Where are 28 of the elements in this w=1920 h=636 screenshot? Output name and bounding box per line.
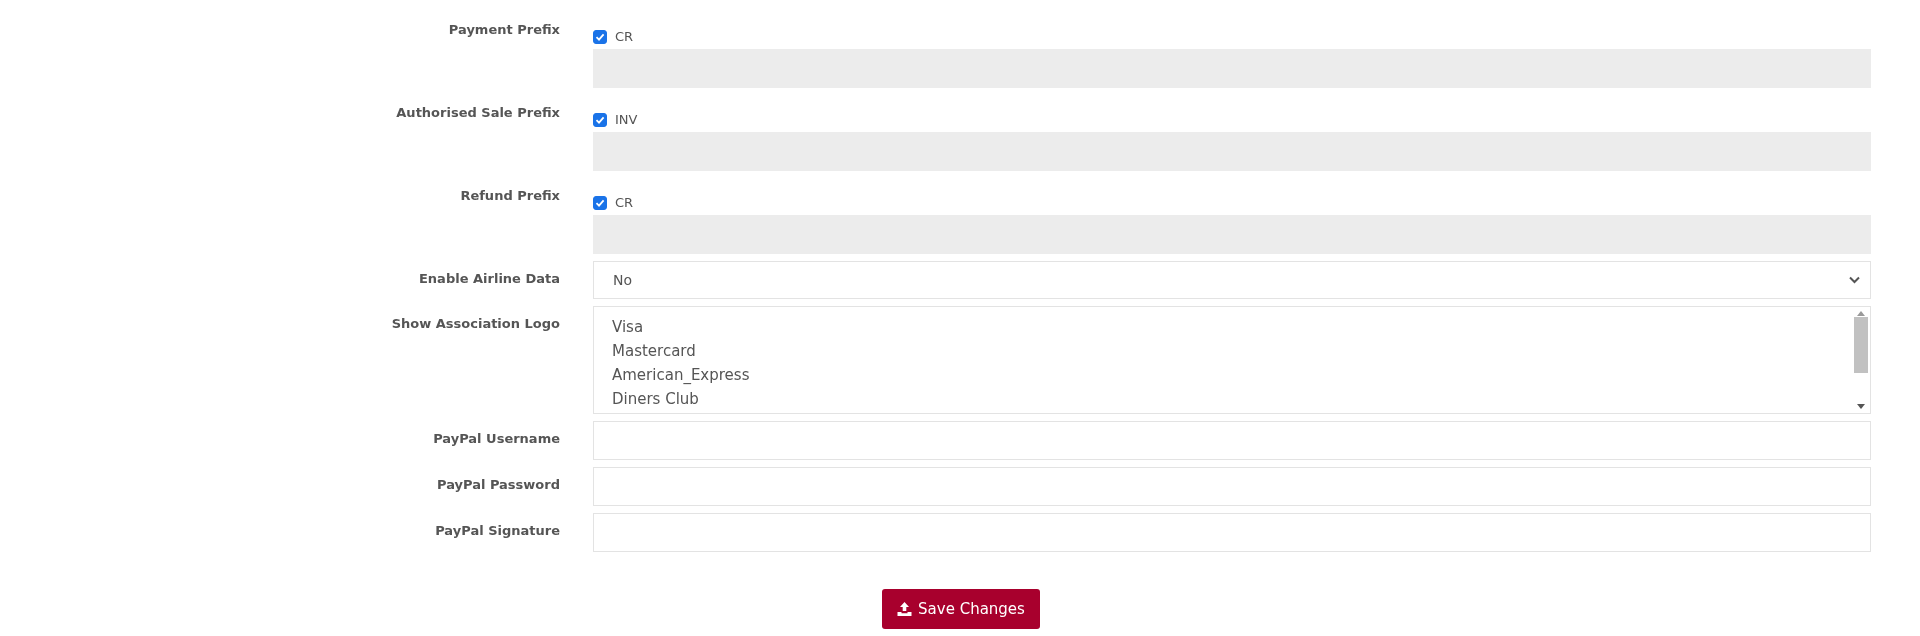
select-dropdown[interactable]: No (593, 261, 1871, 299)
field-label: Authorised Sale Prefix (395, 104, 560, 122)
field-label: PayPal Username (432, 430, 560, 448)
chevron-down-icon (1849, 276, 1860, 284)
checkbox[interactable] (593, 29, 607, 44)
list-option[interactable]: Mastercard (612, 339, 1834, 363)
list-box[interactable]: Visa Mastercard American_Express Diners Club (593, 306, 1871, 414)
input-field[interactable] (593, 421, 1871, 460)
field-label: PayPal Password (435, 476, 560, 494)
field-label: Enable Airline Data (418, 270, 560, 288)
list-option[interactable]: Diners Club (612, 387, 1834, 411)
field-label: PayPal Signature (434, 522, 560, 540)
checkbox-label: CR (615, 195, 634, 210)
checkbox-label: CR (615, 29, 634, 44)
scrollbar-thumb[interactable] (1854, 317, 1868, 373)
input-field[interactable] (593, 467, 1871, 506)
checkbox[interactable] (593, 195, 607, 210)
scroll-down-icon[interactable] (1857, 404, 1865, 409)
field-label: Refund Prefix (459, 187, 560, 205)
field-label: Show Association Logo (390, 315, 560, 333)
upload-icon (897, 602, 913, 616)
checkbox-label: INV (615, 112, 638, 127)
checkbox[interactable] (593, 112, 607, 127)
list-option[interactable]: American_Express (612, 363, 1834, 387)
save-button[interactable]: Save Changes (882, 589, 1040, 629)
input-field[interactable] (593, 513, 1871, 552)
field-label: Payment Prefix (447, 21, 560, 39)
list-option[interactable]: Visa (612, 315, 1834, 339)
